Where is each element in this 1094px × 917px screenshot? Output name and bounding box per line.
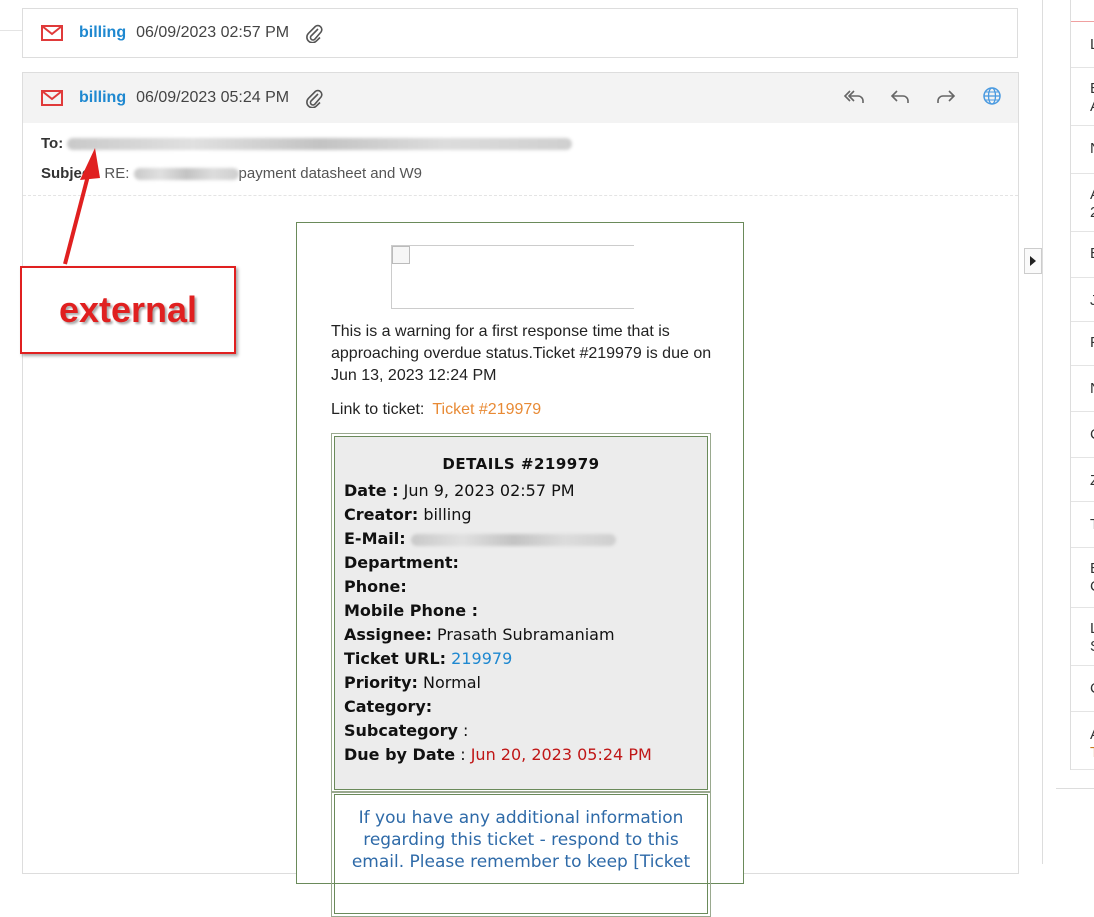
side-item[interactable]: J xyxy=(1071,278,1094,322)
panel-divider xyxy=(1042,0,1043,864)
side-item[interactable]: EC xyxy=(1071,548,1094,608)
side-item[interactable]: F xyxy=(1071,322,1094,366)
side-item[interactable]: N xyxy=(1071,126,1094,174)
side-item[interactable]: L xyxy=(1071,22,1094,68)
side-panel-list: L EA N A2 E J F N C Z T EC LS C AT xyxy=(1070,0,1094,770)
side-item[interactable]: AT xyxy=(1071,712,1094,770)
side-panel-bottom-line xyxy=(1056,788,1094,789)
collapse-panel-button[interactable] xyxy=(1024,248,1042,274)
side-item[interactable]: LS xyxy=(1071,608,1094,666)
side-item[interactable]: C xyxy=(1071,412,1094,458)
side-item[interactable]: A2 xyxy=(1071,174,1094,232)
side-item[interactable]: EA xyxy=(1071,68,1094,126)
annotation-label: external xyxy=(58,289,198,330)
side-item[interactable]: N xyxy=(1071,366,1094,412)
side-item[interactable]: T xyxy=(1071,502,1094,548)
side-item[interactable] xyxy=(1071,0,1094,22)
side-item[interactable]: C xyxy=(1071,666,1094,712)
annotation-arrow xyxy=(63,148,100,265)
annotation-label-box: external xyxy=(20,266,236,354)
side-item[interactable]: Z xyxy=(1071,458,1094,502)
side-item[interactable]: E xyxy=(1071,232,1094,278)
